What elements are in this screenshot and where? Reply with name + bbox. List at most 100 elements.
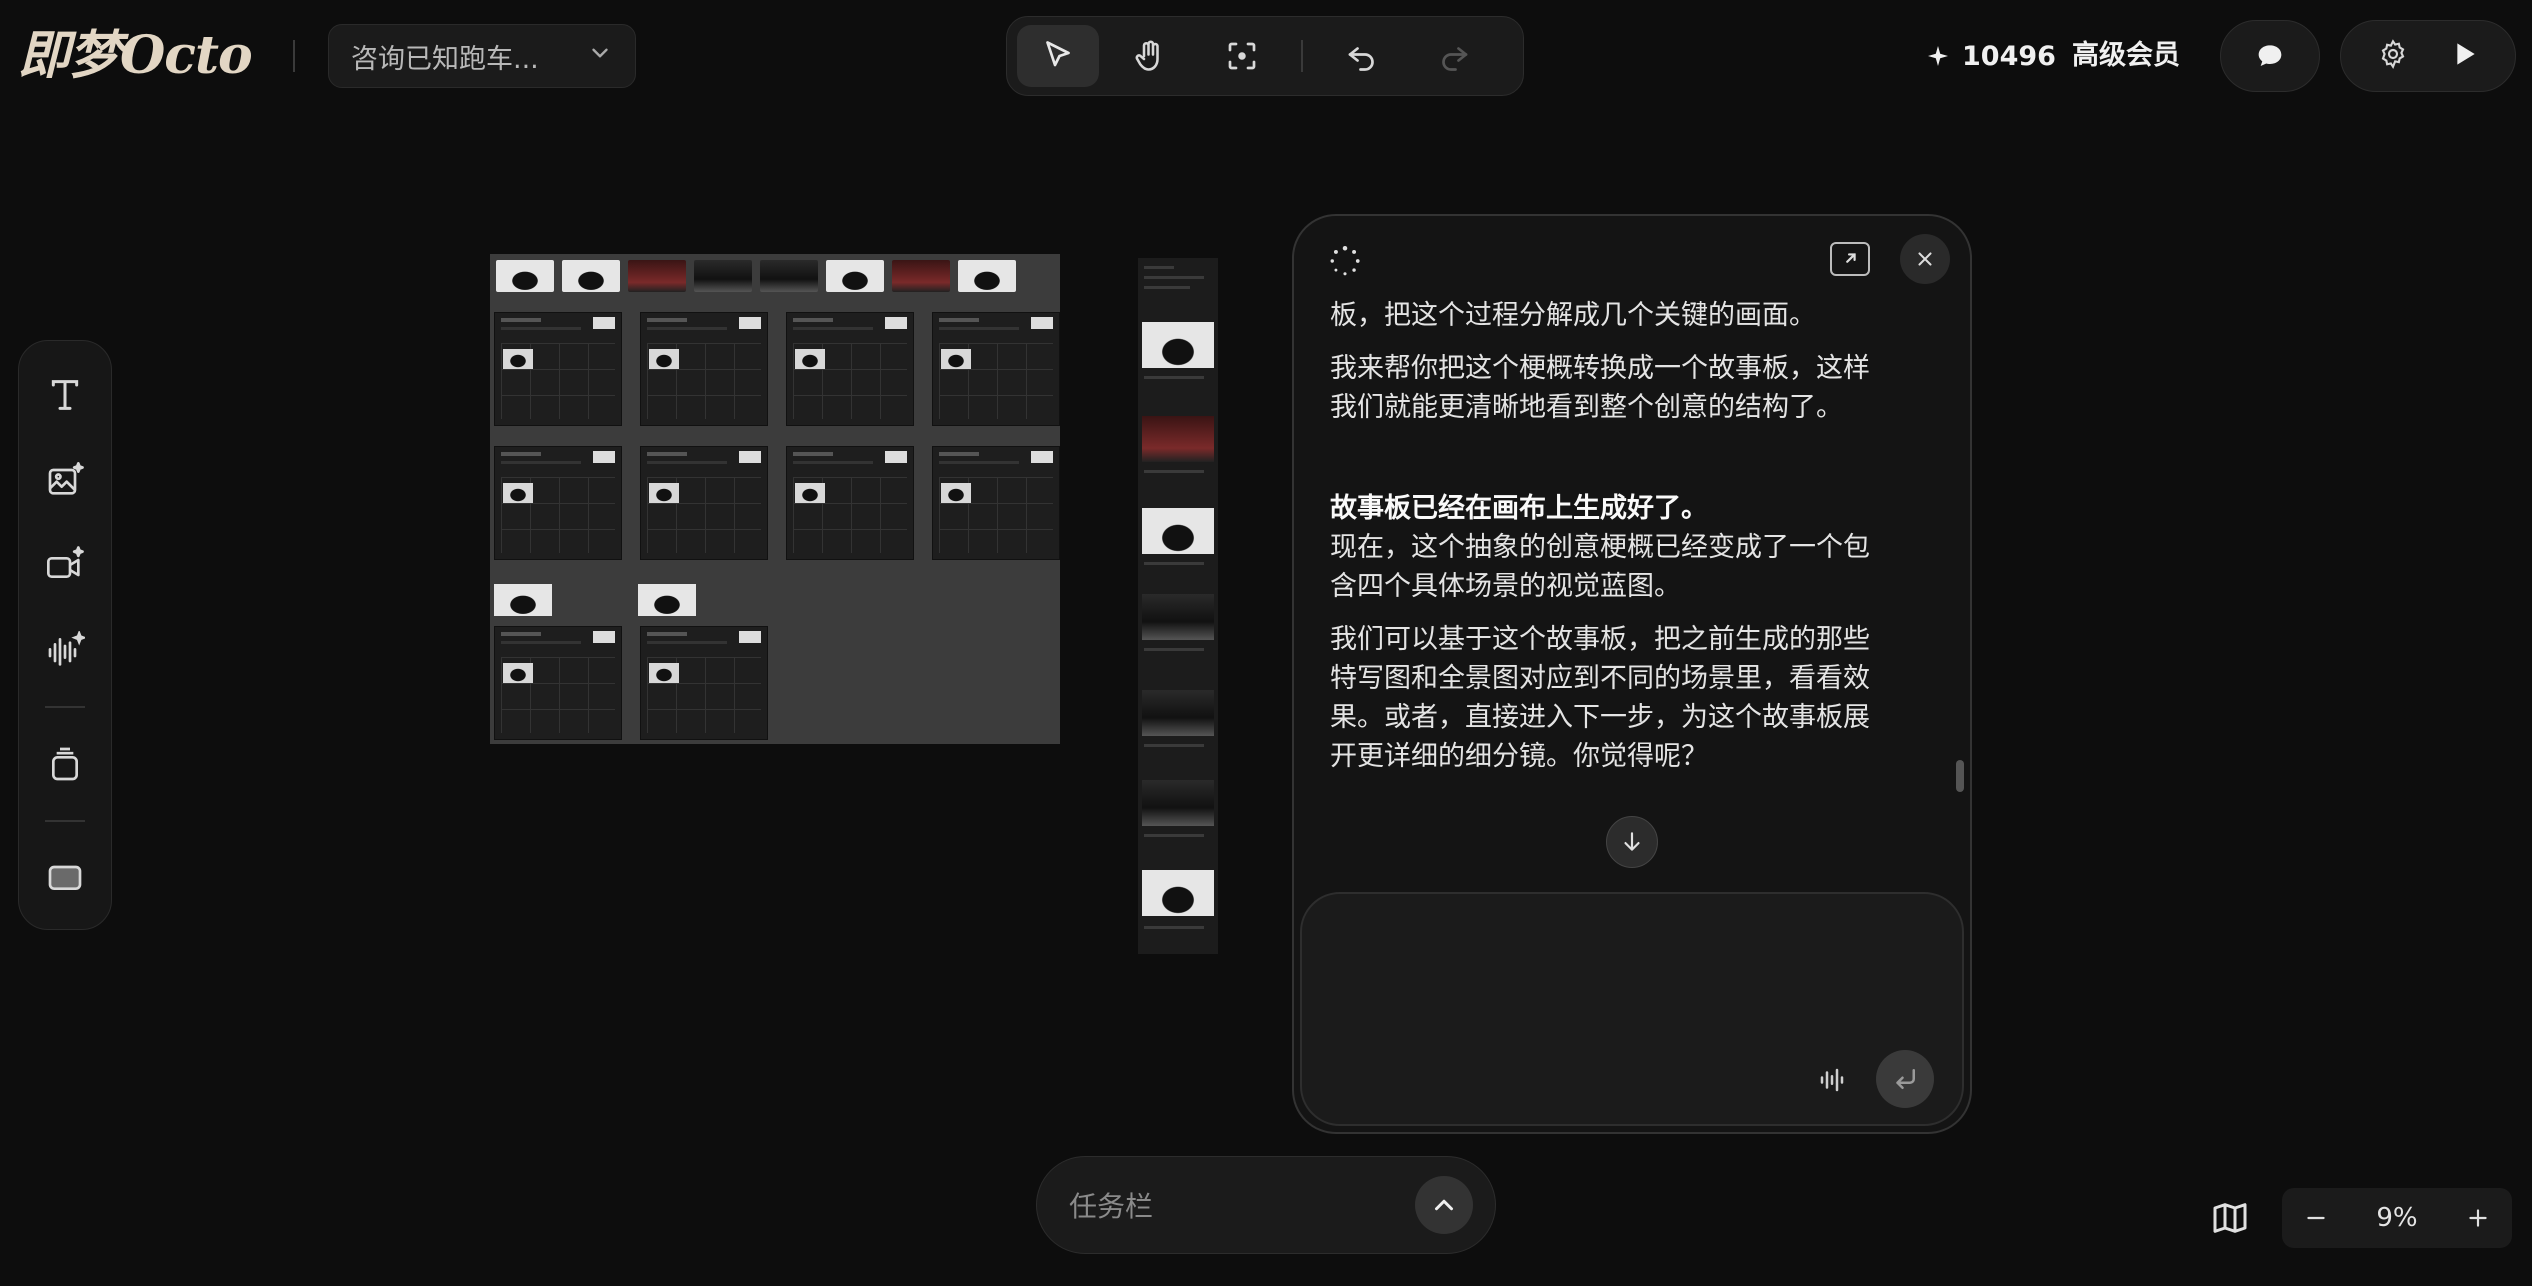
undo-icon xyxy=(1348,47,1374,71)
reference-image[interactable] xyxy=(826,260,884,292)
reference-image[interactable] xyxy=(760,260,818,292)
settings-gear-button[interactable] xyxy=(2377,38,2409,74)
cursor-arrow-icon xyxy=(1046,41,1070,67)
chat-scrollbar[interactable] xyxy=(1956,760,1964,792)
assistant-chat-panel: 板，把这个过程分解成几个关键的画面。 我来帮你把这个梗概转换成一个故事板，这样我… xyxy=(1292,214,1972,1134)
sparkle-icon xyxy=(1928,46,1948,66)
zoom-control: 9% xyxy=(2282,1188,2512,1248)
assistant-message: 现在，这个抽象的创意梗概已经变成了一个包含四个具体场景的视觉蓝图。 xyxy=(1330,532,1870,602)
expand-taskbar-button[interactable] xyxy=(1415,1176,1473,1234)
chat-input[interactable] xyxy=(1326,914,1936,1034)
audio-generate-button[interactable] xyxy=(30,617,100,684)
scene-card[interactable] xyxy=(494,312,622,426)
storyboard-frame[interactable] xyxy=(490,254,1060,744)
reference-image[interactable] xyxy=(638,584,696,616)
undo-button[interactable] xyxy=(1321,25,1403,87)
frame-rectangle-icon xyxy=(48,865,82,891)
shot-image[interactable] xyxy=(1142,780,1214,826)
redo-button[interactable] xyxy=(1413,25,1495,87)
app-logo[interactable]: 即梦Octo xyxy=(18,24,253,88)
frame-tool-button[interactable] xyxy=(30,844,100,911)
membership-badge[interactable]: 高级会员 xyxy=(2072,32,2180,80)
storyboard-document[interactable] xyxy=(1138,258,1218,954)
assistant-message: 我来帮你把这个梗概转换成一个故事板，这样我们就能更清晰地看到整个创意的结构了。 xyxy=(1330,353,1870,423)
select-tool-button[interactable] xyxy=(1017,25,1099,87)
chat-input-box xyxy=(1300,892,1964,1126)
hand-tool-button[interactable] xyxy=(1109,25,1191,87)
text-tool-button[interactable] xyxy=(30,361,100,428)
shot-image[interactable] xyxy=(1142,508,1214,554)
video-generate-button[interactable] xyxy=(30,532,100,599)
minimap-icon[interactable] xyxy=(2210,1198,2250,1238)
scene-card[interactable] xyxy=(932,446,1060,560)
shot-image[interactable] xyxy=(1142,594,1214,640)
voice-wave-icon xyxy=(1820,1068,1844,1092)
loading-spinner-icon xyxy=(1330,245,1360,276)
scroll-to-bottom-button[interactable] xyxy=(1606,816,1658,868)
scene-card[interactable] xyxy=(494,626,622,740)
toolbar-separator xyxy=(1301,40,1303,72)
close-icon xyxy=(1918,252,1932,266)
credits-value: 10496 xyxy=(1962,40,2056,72)
scene-card[interactable] xyxy=(494,446,622,560)
zoom-out-button[interactable] xyxy=(2300,1202,2332,1234)
chat-message-list[interactable]: 板，把这个过程分解成几个关键的画面。 我来帮你把这个梗概转换成一个故事板，这样我… xyxy=(1330,296,1890,836)
enter-arrow-icon xyxy=(1896,1069,1915,1089)
sound-wave-icon xyxy=(48,630,85,666)
play-button[interactable] xyxy=(2448,38,2480,74)
assistant-message: 我们可以基于这个故事板，把之前生成的那些特写图和全景图对应到不同的场景里，看看效… xyxy=(1330,624,1870,772)
arrow-down-icon xyxy=(1624,832,1640,851)
canvas-toolbar xyxy=(1006,16,1524,96)
open-in-new-button[interactable] xyxy=(1830,242,1870,276)
rail-separator xyxy=(45,819,85,822)
external-link-icon xyxy=(1846,253,1856,263)
credits-counter[interactable]: 10496 xyxy=(1926,32,2056,80)
scene-card[interactable] xyxy=(786,312,914,426)
scene-card[interactable] xyxy=(786,446,914,560)
reference-image[interactable] xyxy=(694,260,752,292)
chat-toggle-button[interactable] xyxy=(2220,20,2320,92)
layers-stack-icon xyxy=(52,747,78,781)
project-select[interactable]: 咨询已知跑车... xyxy=(328,24,636,88)
chevron-up-icon xyxy=(1435,1199,1453,1211)
scene-card[interactable] xyxy=(640,312,768,426)
taskbar[interactable]: 任务栏 xyxy=(1036,1156,1496,1254)
shot-image[interactable] xyxy=(1142,870,1214,916)
reference-image[interactable] xyxy=(494,584,552,616)
reference-image[interactable] xyxy=(892,260,950,292)
left-tool-rail xyxy=(18,340,112,930)
reference-image[interactable] xyxy=(958,260,1016,292)
shot-image[interactable] xyxy=(1142,322,1214,368)
project-title: 咨询已知跑车... xyxy=(351,43,539,75)
focus-frame-icon xyxy=(1228,42,1256,70)
image-sparkle-icon xyxy=(48,462,84,495)
header-divider xyxy=(293,40,295,72)
plus-icon xyxy=(2469,1209,2487,1227)
send-button[interactable] xyxy=(1876,1050,1934,1108)
layers-button[interactable] xyxy=(30,730,100,797)
text-icon xyxy=(51,379,79,410)
rail-separator xyxy=(45,706,85,709)
reference-image-strip xyxy=(496,260,1016,292)
scene-card[interactable] xyxy=(640,446,768,560)
focus-frame-button[interactable] xyxy=(1201,25,1283,87)
redo-icon xyxy=(1442,47,1468,71)
reference-image[interactable] xyxy=(628,260,686,292)
zoom-level[interactable]: 9% xyxy=(2376,1203,2417,1233)
zoom-in-button[interactable] xyxy=(2462,1202,2494,1234)
hand-icon xyxy=(1135,40,1159,71)
run-controls xyxy=(2340,20,2516,92)
scene-card[interactable] xyxy=(932,312,1060,426)
reference-image[interactable] xyxy=(496,260,554,292)
close-chat-button[interactable] xyxy=(1900,234,1950,284)
assistant-message-heading: 故事板已经在画布上生成好了。 xyxy=(1330,493,1708,524)
voice-input-button[interactable] xyxy=(1810,1058,1854,1102)
shot-image[interactable] xyxy=(1142,690,1214,736)
reference-image[interactable] xyxy=(562,260,620,292)
video-camera-icon xyxy=(47,546,84,579)
image-generate-button[interactable] xyxy=(30,446,100,513)
scene-card[interactable] xyxy=(640,626,768,740)
minus-icon xyxy=(2307,1216,2325,1220)
shot-image[interactable] xyxy=(1142,416,1214,462)
gear-icon xyxy=(2381,39,2404,69)
